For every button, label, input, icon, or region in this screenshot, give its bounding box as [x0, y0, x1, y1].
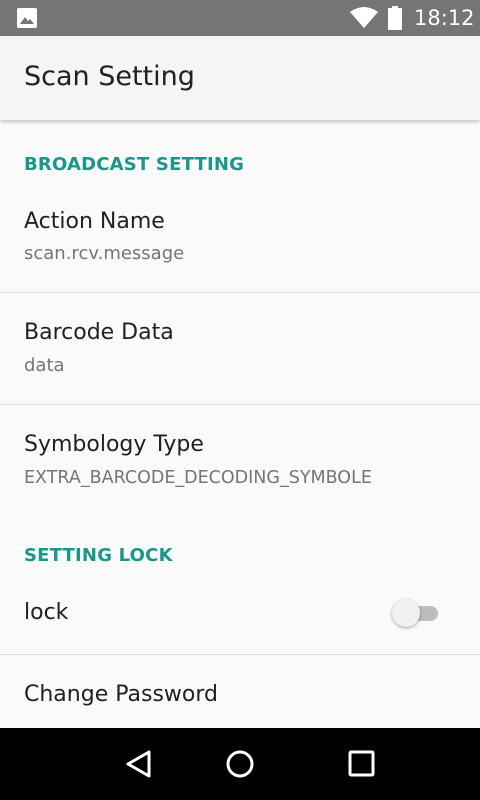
pref-symbology-type[interactable]: Symbology Type EXTRA_BARCODE_DECODING_SY… — [0, 405, 480, 509]
switch-thumb — [392, 599, 420, 627]
page-title: Scan Setting — [24, 61, 195, 92]
lock-switch[interactable] — [392, 598, 440, 628]
section-header-broadcast: BROADCAST SETTING — [24, 154, 245, 175]
pref-title: Action Name — [24, 209, 165, 234]
pref-title: Change Password — [24, 682, 218, 707]
pref-lock[interactable]: lock — [0, 576, 480, 654]
section-header-setting-lock: SETTING LOCK — [24, 545, 173, 566]
pref-barcode-data[interactable]: Barcode Data data — [0, 293, 480, 404]
status-bar: 18:12 — [0, 0, 480, 36]
pref-title: lock — [24, 600, 69, 625]
pref-title: Barcode Data — [24, 320, 174, 345]
pref-summary: data — [24, 355, 65, 376]
image-notification-icon — [17, 8, 37, 28]
navigation-bar — [0, 728, 480, 800]
battery-icon — [388, 6, 402, 30]
app-bar: Scan Setting — [0, 36, 480, 120]
pref-change-password[interactable]: Change Password — [0, 655, 480, 728]
back-icon[interactable] — [119, 746, 159, 782]
pref-title: Symbology Type — [24, 432, 204, 457]
recents-icon[interactable] — [342, 746, 382, 782]
settings-list: BROADCAST SETTING Action Name scan.rcv.m… — [0, 120, 480, 728]
home-icon[interactable] — [220, 746, 260, 782]
status-time: 18:12 — [414, 6, 475, 30]
pref-summary: scan.rcv.message — [24, 243, 185, 264]
pref-action-name[interactable]: Action Name scan.rcv.message — [0, 188, 480, 292]
wifi-icon — [350, 7, 378, 28]
pref-summary: EXTRA_BARCODE_DECODING_SYMBOLE — [24, 468, 372, 488]
